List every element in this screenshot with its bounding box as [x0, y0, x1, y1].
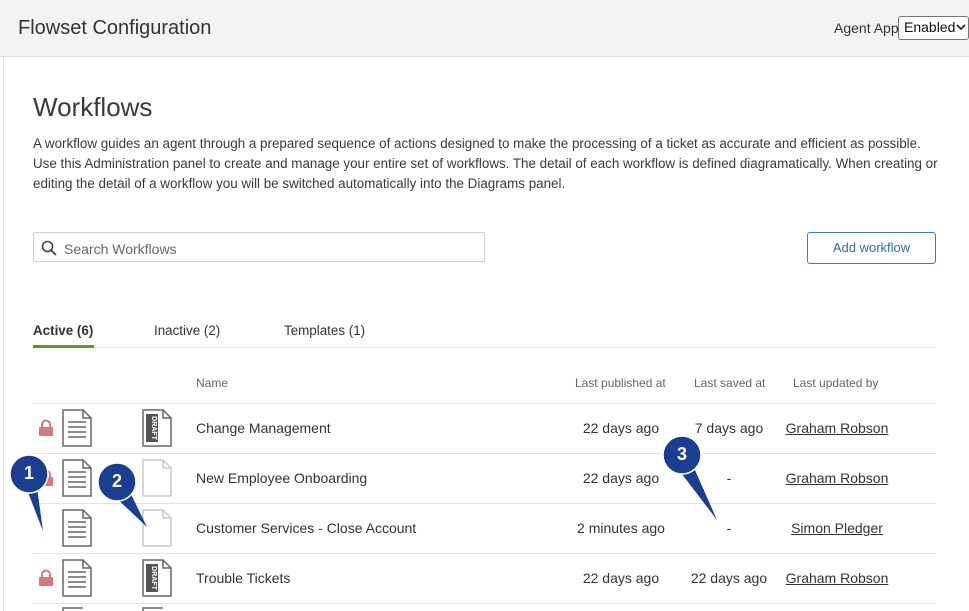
page-description: A workflow guides an agent through a pre… — [33, 136, 938, 191]
document-icon — [62, 607, 83, 611]
updated-by-link[interactable]: Graham Robson — [780, 420, 894, 436]
lock-icon — [39, 419, 53, 436]
updated-by-link[interactable]: Graham Robson — [780, 470, 894, 486]
last-published: 2 minutes ago — [577, 520, 665, 536]
draft-document-icon[interactable]: DRAFT — [142, 559, 172, 597]
agent-app-select[interactable]: Enabled — [898, 16, 969, 40]
last-saved: 22 days ago — [690, 570, 768, 586]
row-divider — [33, 403, 936, 404]
chevron-down-icon — [956, 24, 966, 31]
workflow-name[interactable]: Trouble Tickets — [196, 570, 290, 586]
top-bar: Flowset Configuration Agent App Enabled — [0, 0, 969, 57]
agent-app-select-value: Enabled — [904, 19, 956, 35]
column-header-name[interactable]: Name — [196, 376, 228, 390]
page-title: Workflows — [33, 92, 153, 122]
last-published: 22 days ago — [582, 420, 660, 436]
draft-document-icon[interactable]: DRAFT — [142, 409, 172, 447]
active-tab-indicator — [33, 345, 94, 348]
updated-by-link[interactable]: Simon Pledger — [780, 520, 894, 536]
row-divider — [33, 453, 936, 454]
document-icon[interactable] — [62, 409, 92, 447]
app-title: Flowset Configuration — [18, 17, 212, 39]
column-header-saved[interactable]: Last saved at — [694, 376, 765, 390]
tab-active[interactable]: Active (6) — [33, 323, 93, 338]
callout-label-1: 1 — [23, 463, 34, 483]
last-published: 22 days ago — [582, 470, 660, 486]
tab-inactive[interactable]: Inactive (2) — [154, 323, 220, 338]
column-header-updated-by[interactable]: Last updated by — [793, 376, 878, 390]
tabs-divider — [33, 347, 936, 348]
document-icon[interactable] — [62, 559, 92, 597]
search-input[interactable]: Search Workflows — [33, 232, 485, 262]
add-workflow-button[interactable]: Add workflow — [807, 232, 936, 264]
workflow-name[interactable]: Customer Services - Close Account — [196, 520, 416, 536]
search-icon — [41, 240, 57, 256]
callout-label-3: 3 — [676, 444, 687, 464]
lock-icon — [39, 569, 53, 586]
agent-app-label: Agent App — [834, 20, 899, 36]
workflow-name[interactable]: Change Management — [196, 420, 331, 436]
svg-text:DRAFT: DRAFT — [150, 416, 157, 440]
last-published: 22 days ago — [582, 570, 660, 586]
updated-by-link[interactable]: Graham Robson — [780, 570, 894, 586]
last-saved: 7 days ago — [694, 420, 764, 436]
column-header-published[interactable]: Last published at — [575, 376, 666, 390]
row-divider — [33, 553, 936, 554]
row-divider — [33, 503, 936, 504]
row-divider — [33, 603, 936, 604]
draft-document-icon — [142, 607, 163, 611]
svg-text:DRAFT: DRAFT — [150, 566, 157, 590]
tab-templates[interactable]: Templates (1) — [284, 323, 365, 338]
workflow-name[interactable]: New Employee Onboarding — [196, 470, 367, 486]
search-placeholder: Search Workflows — [64, 241, 177, 257]
panel-left-border — [3, 57, 4, 611]
callout-label-2: 2 — [111, 471, 122, 491]
